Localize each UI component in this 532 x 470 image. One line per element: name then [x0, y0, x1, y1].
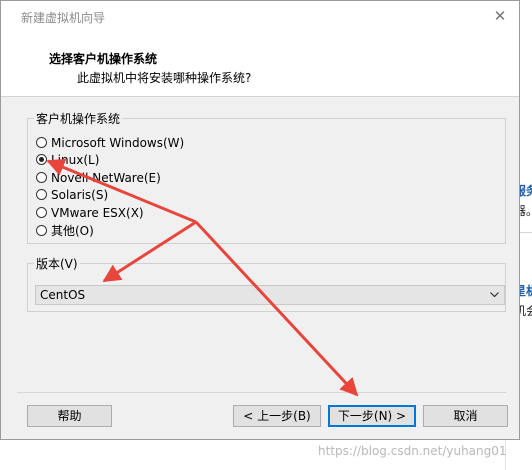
cancel-button[interactable]: 取消	[423, 405, 508, 427]
version-select-value: CentOS	[40, 288, 86, 302]
watermark: https://blog.csdn.net/yuhang01	[318, 444, 507, 458]
radio-label: Novell NetWare(E)	[51, 170, 161, 185]
title-bar: 新建虚拟机向导 ✕	[1, 1, 519, 31]
back-button[interactable]: < 上一步(B)	[233, 405, 321, 427]
close-button[interactable]: ✕	[491, 7, 509, 25]
radio-label: VMware ESX(X)	[51, 205, 144, 220]
radio-label: 其他(O)	[51, 224, 94, 238]
new-vm-wizard-dialog: 新建虚拟机向导 ✕ 选择客户机操作系统 此虚拟机中将安装哪种操作系统? 客户机操…	[0, 0, 520, 440]
radio-label: Microsoft Windows(W)	[51, 135, 185, 150]
wizard-header: 选择客户机操作系统 此虚拟机中将安装哪种操作系统?	[1, 31, 519, 97]
radio-label: Solaris(S)	[51, 187, 109, 202]
version-select[interactable]: CentOS	[35, 285, 505, 305]
window-title: 新建虚拟机向导	[21, 11, 106, 25]
radio-circle-selected[interactable]	[36, 154, 47, 165]
radio-other[interactable]: 其他(O)	[36, 222, 94, 239]
radio-label: Linux(L)	[51, 152, 100, 167]
radio-circle[interactable]	[36, 189, 47, 200]
guest-os-group: 客户机操作系统 Microsoft Windows(W) Linux(L) No…	[27, 110, 506, 244]
help-button[interactable]: 帮助	[27, 405, 112, 427]
version-legend: 版本(V)	[34, 255, 80, 272]
page-title: 选择客户机操作系统	[49, 52, 158, 66]
radio-vmware-esx[interactable]: VMware ESX(X)	[36, 204, 144, 221]
radio-solaris[interactable]: Solaris(S)	[36, 186, 108, 203]
version-group: 版本(V) CentOS	[27, 255, 506, 312]
radio-novell-netware[interactable]: Novell NetWare(E)	[36, 169, 161, 186]
footer-divider	[17, 392, 506, 393]
guest-os-legend: 客户机操作系统	[34, 110, 123, 127]
radio-microsoft-windows[interactable]: Microsoft Windows(W)	[36, 134, 184, 151]
radio-circle[interactable]	[36, 207, 47, 218]
radio-circle[interactable]	[36, 225, 47, 236]
radio-linux[interactable]: Linux(L)	[36, 151, 99, 168]
page-subtitle: 此虚拟机中将安装哪种操作系统?	[77, 71, 252, 85]
radio-circle[interactable]	[36, 172, 47, 183]
chevron-down-icon[interactable]	[487, 286, 501, 304]
radio-circle[interactable]	[36, 137, 47, 148]
next-button[interactable]: 下一步(N) >	[328, 405, 416, 427]
